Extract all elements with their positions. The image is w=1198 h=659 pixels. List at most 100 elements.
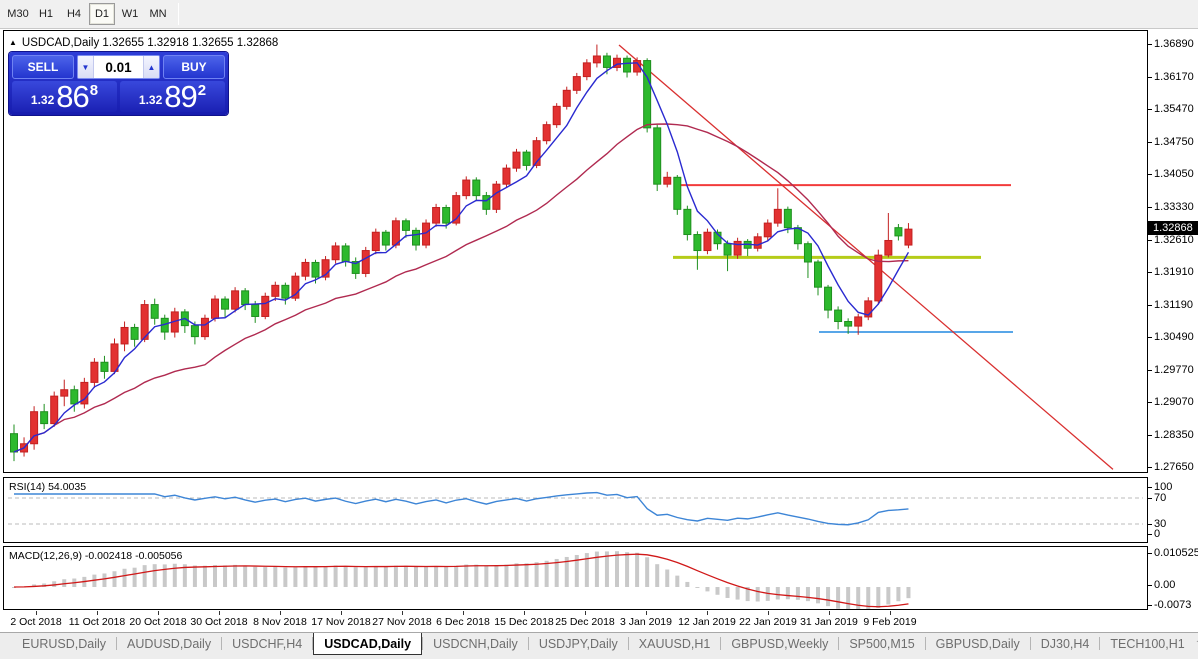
date-axis[interactable]: 2 Oct 2018 11 Oct 2018 20 Oct 2018 30 Oct 2… (0, 611, 1198, 632)
volume-input[interactable]: 0.01 (94, 56, 143, 78)
price-axis-label: 1.31910 (1148, 266, 1194, 278)
date-label: 30 Oct 2018 (190, 616, 248, 628)
price-axis-label: 1.30490 (1148, 331, 1194, 343)
timeframe-button-h1[interactable]: H1 (33, 3, 59, 25)
date-tick (524, 611, 525, 615)
rsi-label: RSI(14) 54.0035 (9, 481, 87, 493)
tab-audusd-daily[interactable]: AUDUSD,Daily (117, 633, 221, 654)
timeframe-button-w1[interactable]: W1 (117, 3, 143, 25)
tab-tech100-h1[interactable]: TECH100,H1 (1100, 633, 1194, 654)
sell-price[interactable]: 1.32 86 8 (12, 81, 117, 112)
date-tick (158, 611, 159, 615)
sell-price-prefix: 1.32 (30, 93, 55, 107)
timeframe-toolbar: M30 H1 H4 D1 W1 MN (0, 0, 1198, 29)
date-label: 31 Jan 2019 (800, 616, 858, 628)
horizontal-lines[interactable] (673, 184, 1013, 334)
tab-gbpusd-daily[interactable]: GBPUSD,Daily (926, 633, 1030, 654)
toolbar-separator (178, 3, 179, 25)
slow-moving-average (13, 123, 909, 453)
price-axis-label: 1.36890 (1148, 38, 1194, 50)
volume-stepper: ▼ 0.01 ▲ (77, 55, 160, 79)
price-axis[interactable]: 1.36890 1.36170 1.35470 1.34750 1.34050 1.333… (1148, 30, 1198, 611)
date-label: 3 Jan 2019 (620, 616, 672, 628)
rsi-chart[interactable] (4, 478, 1147, 542)
rsi-line (14, 491, 909, 526)
date-tick (646, 611, 647, 615)
tab-eurusd-daily[interactable]: EURUSD,Daily (12, 633, 116, 654)
date-tick (402, 611, 403, 615)
date-tick (890, 611, 891, 615)
macd-label: MACD(12,26,9) -0.002418 -0.005056 (9, 550, 183, 562)
timeframe-button-mn[interactable]: MN (145, 3, 171, 25)
date-tick (341, 611, 342, 615)
chart-title: ▲ USDCAD,Daily 1.32655 1.32918 1.32655 1… (9, 37, 278, 49)
date-label: 9 Feb 2019 (863, 616, 917, 628)
date-label: 6 Dec 2018 (436, 616, 490, 628)
macd-axis-label: -0.0073 (1148, 599, 1191, 611)
tab-gbpusd-weekly[interactable]: GBPUSD,Weekly (721, 633, 838, 654)
date-label: 15 Dec 2018 (494, 616, 554, 628)
tab-sp500-m15[interactable]: SP500,M15 (839, 633, 924, 654)
tab-dj30-h4[interactable]: DJ30,H4 (1031, 633, 1100, 654)
price-axis-label: 1.34050 (1148, 168, 1194, 180)
price-axis-label: 1.31190 (1148, 299, 1193, 311)
volume-decrease-icon[interactable]: ▼ (78, 56, 94, 78)
macd-axis-label: 0.010525 (1148, 547, 1198, 559)
date-tick (219, 611, 220, 615)
date-tick (829, 611, 830, 615)
date-label: 2 Oct 2018 (10, 616, 62, 628)
date-tick (585, 611, 586, 615)
date-label: 17 Nov 2018 (311, 616, 371, 628)
date-label: 27 Nov 2018 (372, 616, 432, 628)
date-tick (768, 611, 769, 615)
timeframe-button-m30[interactable]: M30 (5, 3, 31, 25)
macd-signal-line (13, 553, 909, 608)
rsi-axis-label: 70 (1148, 492, 1166, 504)
buy-price-pip: 2 (197, 82, 207, 99)
sell-price-big: 86 (56, 79, 89, 115)
sell-price-pip: 8 (89, 82, 99, 99)
price-axis-label: 1.27650 (1148, 461, 1194, 473)
tab-usdcnh-daily[interactable]: USDCNH,Daily (423, 633, 528, 654)
date-tick (36, 611, 37, 615)
date-label: 8 Nov 2018 (253, 616, 307, 628)
price-axis-label: 1.34750 (1148, 136, 1194, 148)
timeframe-button-h4[interactable]: H4 (61, 3, 87, 25)
one-click-trading-panel: SELL ▼ 0.01 ▲ BUY 1.32 86 8 1.32 89 2 (9, 52, 228, 115)
date-tick (280, 611, 281, 615)
chart-title-text: USDCAD,Daily 1.32655 1.32918 1.32655 1.3… (21, 37, 279, 49)
tab-usdchf-h4[interactable]: USDCHF,H4 (222, 633, 312, 654)
volume-increase-icon[interactable]: ▲ (143, 56, 159, 78)
tab-usdcad-daily[interactable]: USDCAD,Daily (313, 633, 423, 655)
price-axis-label: 1.28350 (1148, 429, 1194, 441)
date-tick (97, 611, 98, 615)
buy-price[interactable]: 1.32 89 2 (120, 81, 225, 112)
main-chart-panel[interactable]: ▲ USDCAD,Daily 1.32655 1.32918 1.32655 1… (3, 30, 1148, 473)
collapse-panel-icon[interactable]: ▲ (9, 39, 17, 47)
macd-indicator-panel[interactable]: MACD(12,26,9) -0.002418 -0.005056 (3, 546, 1148, 610)
price-axis-label: 1.36170 (1148, 71, 1194, 83)
price-axis-label: 1.32610 (1148, 234, 1194, 246)
date-label: 20 Oct 2018 (129, 616, 187, 628)
date-label: 25 Dec 2018 (555, 616, 615, 628)
macd-axis-label: 0.00 (1148, 579, 1175, 591)
rsi-axis-label: 0 (1148, 528, 1160, 540)
mt4-window: M30 H1 H4 D1 W1 MN ▲ USDCAD,Daily 1.32655 1.3… (0, 0, 1198, 659)
date-tick (463, 611, 464, 615)
price-axis-label: 1.33330 (1148, 201, 1194, 213)
price-axis-label: 1.29070 (1148, 396, 1194, 408)
timeframe-button-d1[interactable]: D1 (89, 3, 115, 25)
tab-xauusd-h1[interactable]: XAUUSD,H1 (629, 633, 721, 654)
sell-button[interactable]: SELL (12, 55, 74, 79)
tab-usdjpy-daily[interactable]: USDJPY,Daily (529, 633, 628, 654)
current-price-tag: 1.32868 (1148, 221, 1198, 236)
symbol-tab-bar: EURUSD,Daily AUDUSD,Daily USDCHF,H4 USDCAD,… (0, 632, 1198, 659)
rsi-indicator-panel[interactable]: RSI(14) 54.0035 (3, 477, 1148, 543)
date-label: 11 Oct 2018 (68, 616, 126, 628)
buy-button[interactable]: BUY (163, 55, 225, 79)
date-label: 12 Jan 2019 (678, 616, 736, 628)
buy-price-big: 89 (164, 79, 197, 115)
price-axis-label: 1.35470 (1148, 103, 1194, 115)
date-tick (707, 611, 708, 615)
date-label: 22 Jan 2019 (739, 616, 797, 628)
